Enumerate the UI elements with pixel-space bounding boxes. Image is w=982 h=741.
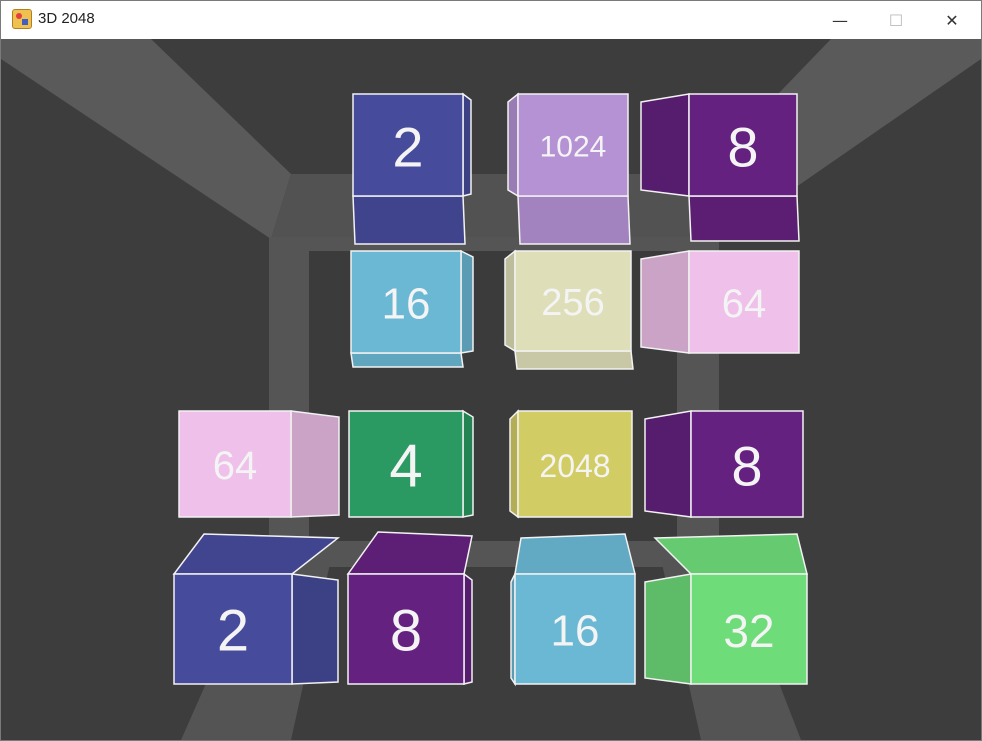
tile-side-face <box>640 93 690 197</box>
tile-side-face <box>644 410 692 518</box>
window-title: 3D 2048 <box>38 10 95 27</box>
tile-side-face <box>509 409 519 519</box>
tile-side-face <box>291 573 339 685</box>
tile-top-face <box>514 533 636 575</box>
tile-bottom-face <box>352 195 466 245</box>
tile-cube-16[interactable]: 16 <box>350 249 474 368</box>
tile-value-label: 2 <box>392 116 423 179</box>
tile-value-label: 16 <box>551 607 600 656</box>
minimize-button[interactable]: — <box>812 1 868 39</box>
tile-value-label: 64 <box>722 282 767 326</box>
tile-side-face <box>462 92 472 197</box>
tile-value-label: 8 <box>731 435 762 498</box>
tile-value-label: 2048 <box>539 448 610 484</box>
tile-cube-64[interactable]: 64 <box>178 410 340 518</box>
tile-cube-1024[interactable]: 1024 <box>507 92 631 245</box>
tile-value-label: 16 <box>382 280 431 329</box>
tile-side-face <box>463 572 473 685</box>
tile-side-face <box>462 409 474 518</box>
tile-cube-64[interactable]: 64 <box>640 250 800 354</box>
app-icon <box>12 9 32 29</box>
tile-value-label: 4 <box>389 433 422 500</box>
game-scene[interactable]: 2 1024 8 16 256 64 64 4 2048 8 2 8 16 32 <box>1 39 981 740</box>
tile-value-label: 64 <box>213 444 258 488</box>
tile-side-face <box>290 410 340 518</box>
tile-value-label: 2 <box>217 599 249 664</box>
tile-value-label: 8 <box>390 599 422 664</box>
tile-cube-4[interactable]: 4 <box>348 409 474 518</box>
tile-cube-2[interactable]: 2 <box>352 92 472 245</box>
tile-value-label: 1024 <box>540 131 607 164</box>
tile-side-face <box>640 250 690 354</box>
maximize-button[interactable]: ☐ <box>868 1 924 39</box>
tile-value-label: 32 <box>723 605 774 657</box>
tile-value-label: 8 <box>727 116 758 179</box>
tile-bottom-face <box>350 352 464 368</box>
title-bar[interactable]: 3D 2048 — ☐ ✕ <box>1 1 981 39</box>
tile-side-face <box>507 92 519 198</box>
tile-bottom-face <box>514 350 634 370</box>
tile-cube-2048[interactable]: 2048 <box>509 409 633 519</box>
tile-cube-16[interactable]: 16 <box>510 533 636 687</box>
tile-bottom-face <box>688 195 800 242</box>
tile-side-face <box>504 249 516 353</box>
tile-side-face <box>460 249 474 354</box>
close-button[interactable]: ✕ <box>924 1 980 39</box>
tile-cube-256[interactable]: 256 <box>504 249 634 370</box>
tile-side-face <box>644 573 692 685</box>
tile-cube-2[interactable]: 2 <box>172 533 341 685</box>
game-viewport[interactable]: 2 1024 8 16 256 64 64 4 2048 8 2 8 16 32 <box>1 39 981 740</box>
tile-bottom-face <box>517 195 631 245</box>
tile-cube-8[interactable]: 8 <box>644 410 804 518</box>
corridor-frame <box>1 39 981 740</box>
game-window: 3D 2048 — ☐ ✕ 2 1024 8 16 256 64 64 4 2048 8 2 8 16 3… <box>0 0 982 741</box>
tile-cube-8[interactable]: 8 <box>346 531 473 685</box>
tile-value-label: 256 <box>541 282 604 324</box>
